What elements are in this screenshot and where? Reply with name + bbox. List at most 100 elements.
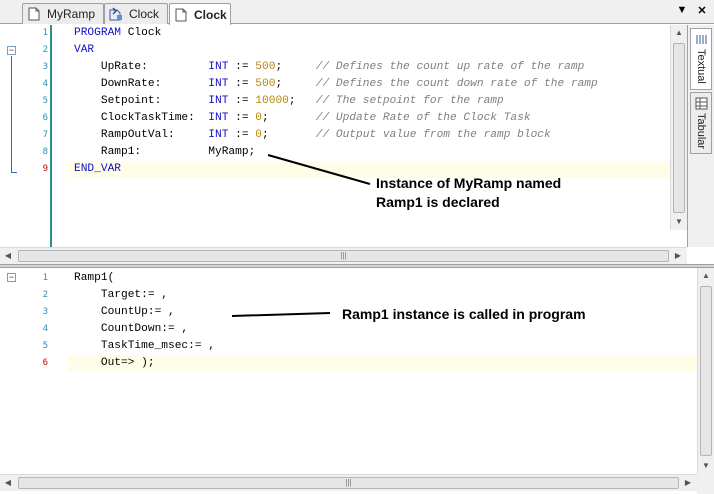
line-number: 5 bbox=[42, 341, 48, 351]
scrollbar-thumb[interactable] bbox=[673, 43, 685, 213]
code-keyword: VAR bbox=[74, 44, 95, 56]
code-text: ClockTaskTime: bbox=[74, 112, 209, 124]
line-number: 3 bbox=[42, 307, 48, 317]
scroll-right-arrow-icon[interactable]: ▶ bbox=[670, 248, 686, 264]
code-text: CountUp:= , bbox=[74, 306, 175, 318]
code-line[interactable]: UpRate: INT := 500; // Defines the count… bbox=[68, 59, 687, 76]
code-text: Ramp1( bbox=[74, 272, 115, 284]
code-text: TaskTime_msec:= , bbox=[74, 340, 215, 352]
tab-dropdown-icon[interactable]: ▼ bbox=[676, 4, 688, 17]
implementation-code[interactable]: Ramp1( Target:= , CountUp:= , CountDown:… bbox=[68, 268, 697, 474]
code-line[interactable]: ClockTaskTime: INT := 0; // Update Rate … bbox=[68, 110, 687, 127]
line-number: 3 bbox=[42, 62, 48, 72]
code-text: := bbox=[228, 95, 256, 107]
code-text: Target:= , bbox=[74, 289, 168, 301]
implementation-vertical-scrollbar[interactable]: ▲ ▼ bbox=[697, 268, 714, 474]
declaration-horizontal-scrollbar[interactable]: ◀ ||| ▶ bbox=[0, 247, 687, 264]
code-keyword: END_VAR bbox=[74, 163, 121, 175]
code-text: RampOutVal: bbox=[74, 129, 209, 141]
code-keyword: INT bbox=[208, 112, 229, 124]
declaration-gutter: − 1 2 3 4 5 6 7 8 9 bbox=[0, 25, 68, 248]
code-comment: // Update Rate of the Clock Task bbox=[315, 112, 531, 124]
code-keyword: INT bbox=[208, 78, 229, 90]
scrollbar-thumb[interactable]: ||| bbox=[18, 250, 669, 262]
code-line[interactable]: PROGRAM Clock bbox=[68, 25, 687, 42]
tab-label: Clock bbox=[194, 7, 227, 22]
code-comment: // Defines the count down rate of the ra… bbox=[315, 78, 598, 90]
program-icon bbox=[109, 7, 123, 21]
declaration-vertical-scrollbar[interactable]: ▲ ▼ bbox=[670, 25, 687, 230]
implementation-horizontal-scrollbar[interactable]: ◀ ||| ▶ bbox=[0, 474, 697, 491]
annotation-text: Ramp1 is declared bbox=[376, 194, 500, 210]
tab-clock-active[interactable]: Clock bbox=[169, 3, 231, 25]
close-icon[interactable]: ✕ bbox=[696, 4, 708, 17]
code-text: ; bbox=[288, 95, 316, 107]
line-number: 1 bbox=[42, 28, 48, 38]
tab-label: Tabular bbox=[695, 113, 707, 150]
code-line[interactable]: RampOutVal: INT := 0; // Output value fr… bbox=[68, 127, 687, 144]
code-keyword: INT bbox=[208, 129, 229, 141]
code-text: DownRate: bbox=[74, 78, 209, 90]
code-keyword: PROGRAM bbox=[74, 27, 121, 39]
declaration-editor[interactable]: − 1 2 3 4 5 6 7 8 9 PROGRAM Clock VAR UpRate: INT… bbox=[0, 25, 687, 248]
tab-tabular[interactable]: Tabular bbox=[690, 92, 712, 154]
code-number: 0 bbox=[255, 112, 263, 124]
textual-icon bbox=[695, 33, 708, 46]
code-text: ; bbox=[262, 112, 316, 124]
line-number: 4 bbox=[42, 79, 48, 89]
scroll-right-arrow-icon[interactable]: ▶ bbox=[680, 475, 696, 491]
fold-collapse-icon[interactable]: − bbox=[7, 273, 16, 282]
line-number: 8 bbox=[42, 147, 48, 157]
code-number: 10000 bbox=[255, 95, 289, 107]
code-comment: // Output value from the ramp block bbox=[315, 129, 551, 141]
code-text: Setpoint: bbox=[74, 95, 209, 107]
code-keyword: INT bbox=[208, 61, 229, 73]
code-text: := bbox=[228, 61, 256, 73]
scroll-left-arrow-icon[interactable]: ◀ bbox=[0, 248, 16, 264]
code-text: := bbox=[228, 129, 256, 141]
code-line[interactable]: VAR bbox=[68, 42, 687, 59]
editor-tab-bar: MyRamp Clock Clock ▼ ✕ bbox=[0, 0, 714, 25]
tab-label: Textual bbox=[695, 49, 707, 84]
scroll-down-arrow-icon[interactable]: ▼ bbox=[671, 214, 687, 230]
code-text: Out=> ); bbox=[74, 357, 155, 369]
tabular-icon bbox=[695, 97, 708, 110]
code-line[interactable]: Out=> ); bbox=[68, 355, 697, 372]
annotation-text: Instance of MyRamp named bbox=[376, 175, 562, 191]
code-line[interactable]: Ramp1( bbox=[68, 270, 697, 287]
tab-textual[interactable]: Textual bbox=[690, 28, 712, 90]
scroll-up-arrow-icon[interactable]: ▲ bbox=[698, 268, 714, 284]
line-number: 6 bbox=[42, 113, 48, 123]
line-number: 9 bbox=[42, 164, 48, 174]
code-text: UpRate: bbox=[74, 61, 209, 73]
code-number: 500 bbox=[255, 78, 276, 90]
code-comment: // The setpoint for the ramp bbox=[315, 95, 504, 107]
code-line[interactable]: DownRate: INT := 500; // Defines the cou… bbox=[68, 76, 687, 93]
document-icon bbox=[174, 8, 188, 22]
code-number: 500 bbox=[255, 61, 276, 73]
fold-collapse-icon[interactable]: − bbox=[7, 46, 16, 55]
instance-annotation: Instance of MyRamp named Ramp1 is declar… bbox=[376, 174, 561, 212]
code-line[interactable]: Ramp1: MyRamp; bbox=[68, 144, 687, 161]
scroll-left-arrow-icon[interactable]: ◀ bbox=[0, 475, 16, 491]
code-line[interactable]: Target:= , bbox=[68, 287, 697, 304]
code-line[interactable]: TaskTime_msec:= , bbox=[68, 338, 697, 355]
line-number: 1 bbox=[42, 273, 48, 283]
tab-myramp[interactable]: MyRamp bbox=[22, 3, 104, 24]
line-number: 6 bbox=[42, 358, 48, 368]
code-text: := bbox=[228, 78, 256, 90]
scroll-up-arrow-icon[interactable]: ▲ bbox=[671, 25, 687, 41]
scroll-down-arrow-icon[interactable]: ▼ bbox=[698, 458, 714, 474]
code-text: ; bbox=[275, 61, 316, 73]
scrollbar-thumb[interactable]: ||| bbox=[18, 477, 679, 489]
code-keyword: INT bbox=[208, 95, 229, 107]
scrollbar-thumb[interactable] bbox=[700, 286, 712, 456]
code-line[interactable]: Setpoint: INT := 10000; // The setpoint … bbox=[68, 93, 687, 110]
implementation-gutter: − 1 2 3 4 5 6 bbox=[0, 268, 68, 474]
code-comment: // Defines the count up rate of the ramp bbox=[315, 61, 585, 73]
document-icon bbox=[27, 7, 41, 21]
tab-clock-program[interactable]: Clock bbox=[104, 3, 168, 24]
implementation-editor[interactable]: − 1 2 3 4 5 6 Ramp1( Target:= , CountUp:= , C… bbox=[0, 268, 697, 474]
annotation-text: Ramp1 instance is called in program bbox=[342, 306, 586, 322]
declaration-code[interactable]: PROGRAM Clock VAR UpRate: INT := 500; // … bbox=[68, 25, 687, 248]
